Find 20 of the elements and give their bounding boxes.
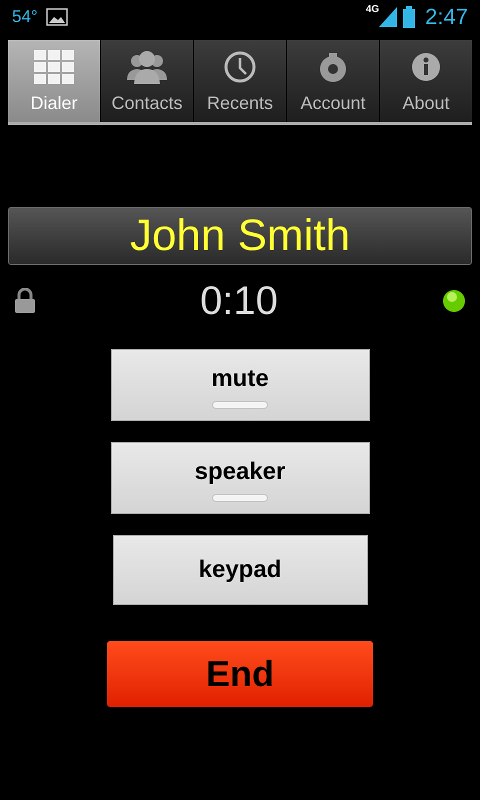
toggle-button[interactable]: mute [110,349,370,421]
tab[interactable]: Contacts [101,40,193,122]
end-call-button[interactable]: End [107,641,373,707]
people-icon [127,50,167,84]
keypad-button[interactable]: keypad [112,535,368,605]
status-light-icon [442,289,466,313]
call-timer: 0:10 [200,278,278,325]
toggle-button[interactable]: speaker [110,442,370,514]
tab[interactable]: Recents [194,40,286,122]
picture-icon [46,8,68,26]
tab[interactable]: Account [287,40,379,122]
signal-icon [379,6,398,26]
grid-icon [34,50,74,84]
temperature-text: 54° [12,6,38,28]
tab[interactable]: About [380,40,472,122]
battery-icon [403,6,416,28]
lock-icon [14,288,36,314]
network-text: 4G [366,3,380,17]
caller-name: John Smith [130,210,350,262]
clock-text: 2:47 [425,3,468,31]
